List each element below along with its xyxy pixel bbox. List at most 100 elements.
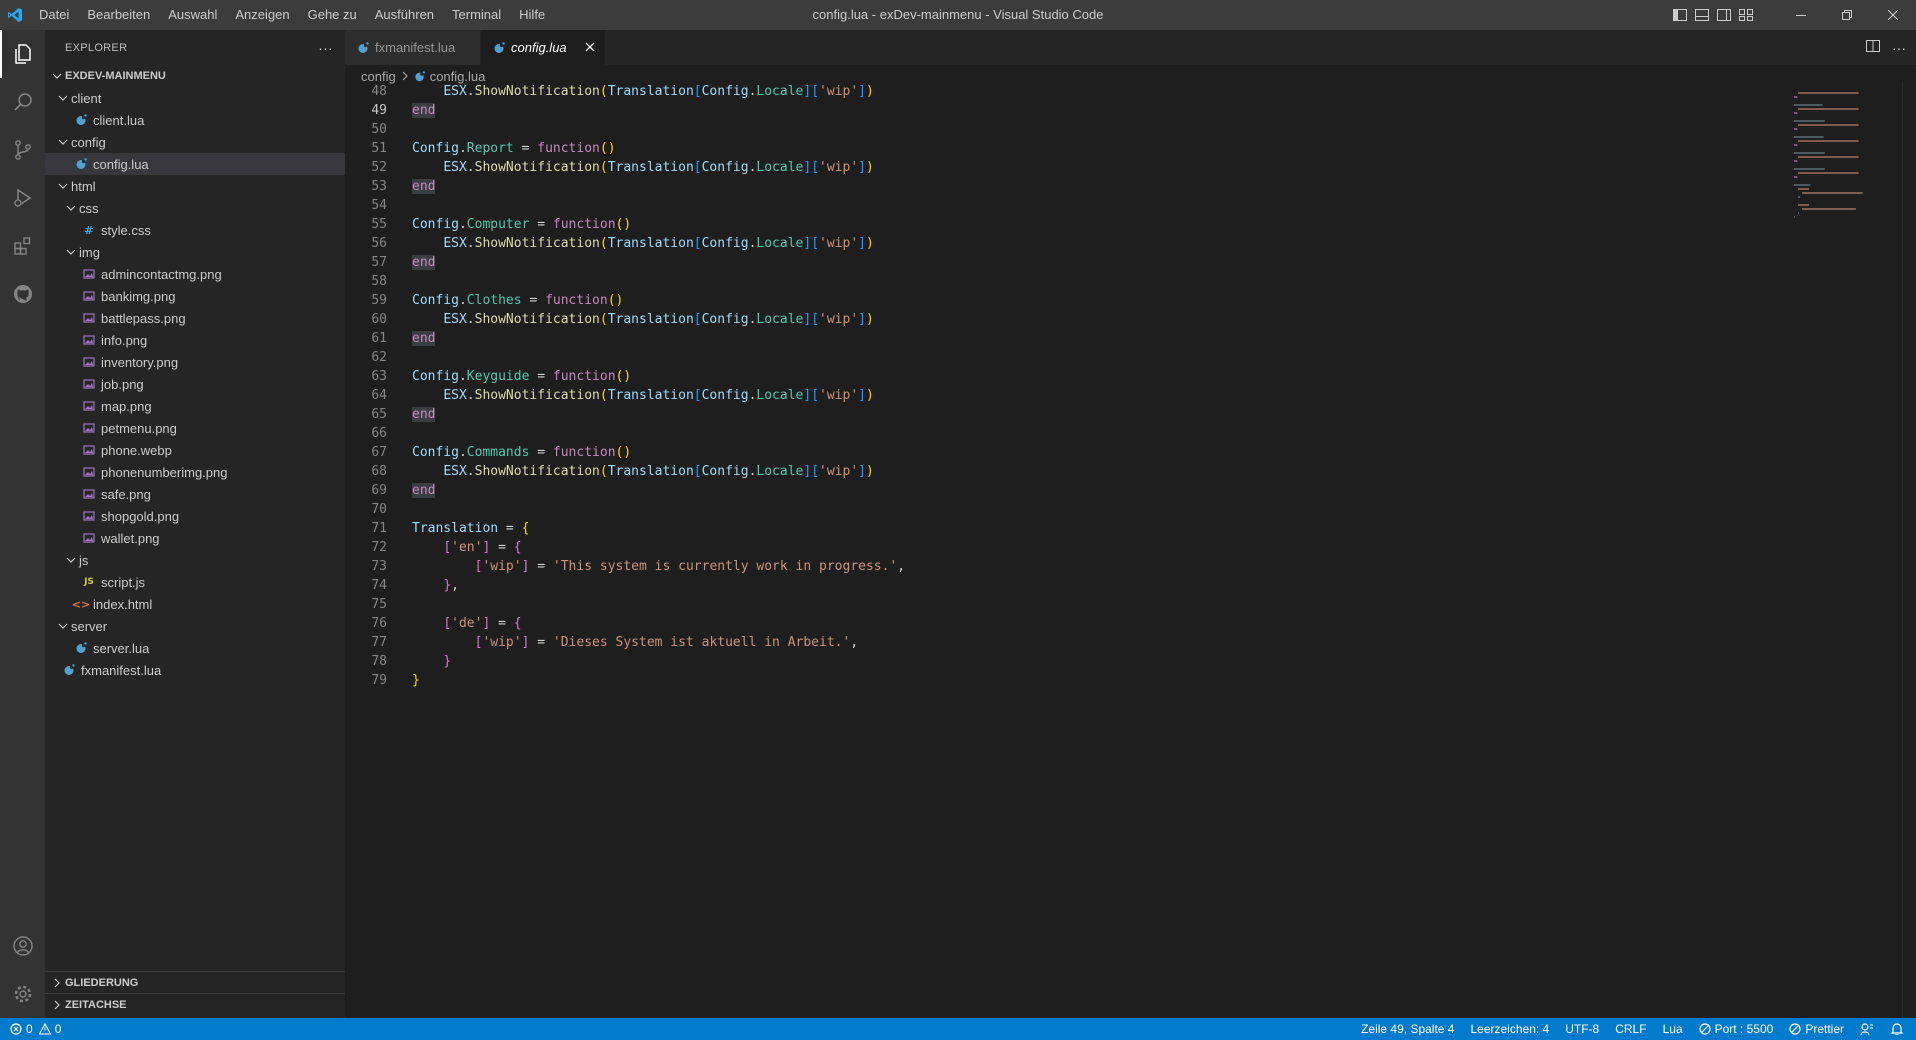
tree-file[interactable]: petmenu.png [45,417,345,439]
tree-folder[interactable]: server [45,615,345,637]
tree-file[interactable]: phone.webp [45,439,345,461]
problems-indicator[interactable]: 0 0 [0,1022,61,1036]
code-line: 62 [345,348,1765,367]
code-editor[interactable]: 48 ESX.ShowNotification(Translation[Conf… [345,82,1765,1018]
tree-file[interactable]: wallet.png [45,527,345,549]
tree-item-label: img [79,244,100,260]
code-line: 68 ESX.ShowNotification(Translation[Conf… [345,462,1765,481]
tree-folder[interactable]: js [45,549,345,571]
tree-file[interactable]: config.lua [45,153,345,175]
cursor-position[interactable]: Zeile 49, Spalte 4 [1361,1022,1454,1036]
extensions-icon[interactable] [0,222,45,270]
restore-button[interactable] [1824,0,1870,30]
editor-scrollbar[interactable] [1902,82,1916,1018]
tree-item-label: shopgold.png [101,508,180,524]
customize-layout-icon[interactable] [1738,7,1754,23]
line-number: 65 [371,407,387,422]
prettier-label: Prettier [1805,1022,1844,1036]
code-line: 65 end [345,405,1765,424]
line-number: 49 [371,103,387,118]
tree-file[interactable]: job.png [45,373,345,395]
tree-file[interactable]: <> index.html [45,593,345,615]
encoding[interactable]: UTF-8 [1565,1022,1599,1036]
tree-folder[interactable]: img [45,241,345,263]
chevron-down-icon [49,71,65,81]
tree-file[interactable]: JS script.js [45,571,345,593]
tree-file[interactable]: client.lua [45,109,345,131]
tree-file[interactable]: # style.css [45,219,345,241]
workspace-root[interactable]: EXDEV-MAINMENU [45,65,345,87]
menu-item[interactable]: Terminal [443,0,510,30]
feedback-icon[interactable] [1860,1022,1874,1036]
accounts-icon[interactable] [0,922,45,970]
indentation[interactable]: Leerzeichen: 4 [1470,1022,1549,1036]
tree-file[interactable]: map.png [45,395,345,417]
lua-file-icon [73,158,89,170]
toggle-secondary-sidebar-icon[interactable] [1716,7,1732,23]
live-server-port[interactable]: Port : 5500 [1698,1022,1773,1036]
tree-file[interactable]: inventory.png [45,351,345,373]
tree-item-label: js [79,552,89,568]
menu-item[interactable]: Bearbeiten [78,0,159,30]
more-actions-icon[interactable]: ··· [1892,40,1906,56]
timeline-section[interactable]: ZEITACHSE [45,994,345,1016]
minimap-line [1798,156,1859,158]
tree-file[interactable]: safe.png [45,483,345,505]
tree-file[interactable]: fxmanifest.lua [45,659,345,681]
tree-file[interactable]: battlepass.png [45,307,345,329]
menu-item[interactable]: Datei [30,0,78,30]
source-control-icon[interactable] [0,126,45,174]
outline-section[interactable]: GLIEDERUNG [45,972,345,994]
minimap-line [1798,92,1859,94]
tab-fxmanifest[interactable]: fxmanifest.lua [345,30,481,65]
toggle-primary-sidebar-icon[interactable] [1672,7,1688,23]
minimize-button[interactable] [1778,0,1824,30]
end-of-line[interactable]: CRLF [1615,1022,1646,1036]
tab-config[interactable]: config.lua [481,30,606,65]
line-number: 74 [371,578,387,593]
lua-file-icon [357,41,369,54]
github-icon[interactable] [0,270,45,318]
notifications-bell-icon[interactable] [1890,1022,1904,1036]
no-entry-icon [1698,1023,1711,1035]
close-tab-icon[interactable] [585,40,595,55]
tab-label: config.lua [511,40,567,55]
tree-file[interactable]: info.png [45,329,345,351]
split-editor-icon[interactable] [1866,39,1880,56]
tree-file[interactable]: server.lua [45,637,345,659]
menu-item[interactable]: Anzeigen [226,0,298,30]
prettier-status[interactable]: Prettier [1789,1022,1844,1036]
workspace-root-label: EXDEV-MAINMENU [65,70,166,82]
minimap[interactable] [1790,82,1900,242]
menu-item[interactable]: Hilfe [510,0,554,30]
code-line: 61 end [345,329,1765,348]
language-mode[interactable]: Lua [1663,1022,1683,1036]
tree-item-label: server [71,618,108,634]
search-icon[interactable] [0,78,45,126]
tree-file[interactable]: phonenumberimg.png [45,461,345,483]
tree-item-label: phonenumberimg.png [101,464,228,480]
menu-item[interactable]: Ausführen [366,0,443,30]
code-text: ESX.ShowNotification(Translation[Config.… [443,236,874,251]
close-window-button[interactable] [1870,0,1916,30]
toggle-panel-icon[interactable] [1694,7,1710,23]
minimap-line [1794,176,1798,178]
explorer-icon[interactable] [0,30,45,78]
tree-folder[interactable]: html [45,175,345,197]
tree-folder[interactable]: config [45,131,345,153]
minimap-line [1794,128,1798,130]
tree-folder[interactable]: client [45,87,345,109]
code-text: end [412,103,436,118]
tree-folder[interactable]: css [45,197,345,219]
more-actions-icon[interactable]: ··· [318,40,333,56]
menu-item[interactable]: Gehe zu [299,0,366,30]
tree-file[interactable]: shopgold.png [45,505,345,527]
tree-file[interactable]: admincontactmg.png [45,263,345,285]
settings-gear-icon[interactable] [0,970,45,1018]
line-number: 68 [371,464,387,479]
menu-item[interactable]: Auswahl [159,0,226,30]
code-line: 77 ['wip'] = 'Dieses System ist aktuell … [345,633,1765,652]
tree-file[interactable]: bankimg.png [45,285,345,307]
run-debug-icon[interactable] [0,174,45,222]
